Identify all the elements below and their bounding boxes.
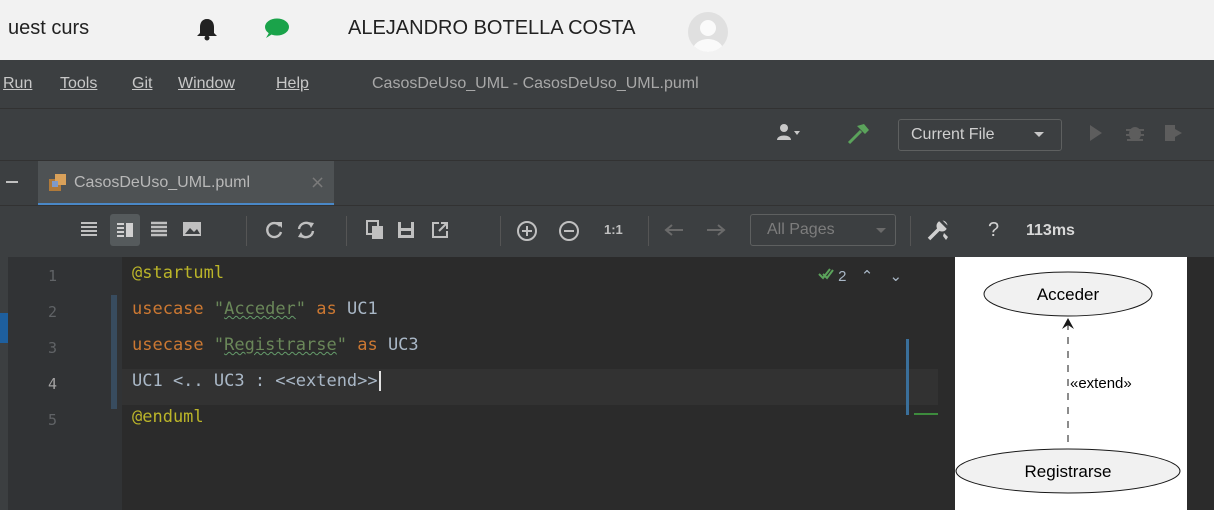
puml-file-icon bbox=[49, 174, 66, 191]
avatar[interactable] bbox=[688, 12, 728, 52]
vcs-change-marker[interactable] bbox=[111, 295, 117, 409]
line-number-current: 4 bbox=[48, 375, 58, 393]
chevron-down-icon bbox=[876, 228, 886, 233]
code-token: " bbox=[213, 299, 225, 319]
code-token: @startuml bbox=[132, 263, 225, 283]
code-token: as bbox=[346, 335, 388, 355]
reload-icon[interactable] bbox=[296, 220, 316, 244]
code-token: UC1 bbox=[347, 299, 378, 319]
code-token: usecase bbox=[132, 335, 214, 355]
user-name[interactable]: ALEJANDRO BOTELLA COSTA bbox=[348, 17, 636, 40]
split-view-icon[interactable] bbox=[110, 214, 140, 246]
horizontal-split-icon[interactable] bbox=[150, 220, 168, 242]
arrow-left-icon[interactable] bbox=[664, 222, 684, 241]
menu-tools[interactable]: Tools bbox=[60, 75, 97, 93]
code-token: Acceder bbox=[224, 299, 296, 319]
bell-icon[interactable] bbox=[196, 17, 218, 45]
actual-size-button[interactable]: 1:1 bbox=[604, 222, 623, 237]
code-token: @enduml bbox=[132, 407, 204, 427]
line-number: 5 bbox=[48, 411, 58, 429]
double-check-icon bbox=[818, 268, 834, 280]
plantuml-toolbar: 1:1 All Pages ? 113ms bbox=[0, 205, 1214, 257]
save-icon[interactable] bbox=[396, 220, 416, 244]
line-number: 3 bbox=[48, 339, 58, 357]
tab-casosdeuso-puml[interactable]: CasosDeUso_UML.puml × bbox=[38, 161, 334, 206]
editor-only-icon[interactable] bbox=[80, 220, 98, 242]
code-line[interactable]: usecase "Registrarse" as UC3 bbox=[132, 335, 419, 355]
usecase-registrarse-label: Registrarse bbox=[1025, 462, 1112, 481]
code-line[interactable]: @enduml bbox=[132, 407, 204, 427]
diagram-preview-panel: Acceder Registrarse «extend» bbox=[938, 257, 1214, 510]
extend-label: «extend» bbox=[1070, 375, 1132, 392]
collapse-icon[interactable] bbox=[6, 181, 18, 183]
diagram-canvas[interactable]: Acceder Registrarse «extend» bbox=[955, 257, 1187, 510]
code-token: UC3 bbox=[387, 335, 419, 355]
main-toolbar: Current File bbox=[0, 108, 1214, 160]
pages-select[interactable]: All Pages bbox=[750, 214, 896, 246]
zoom-in-icon[interactable] bbox=[516, 220, 538, 246]
inspection-widget[interactable]: 2 ⌃ ⌄ bbox=[818, 267, 902, 285]
chevron-down-icon bbox=[1034, 132, 1044, 137]
code-token: Registrarse bbox=[224, 335, 337, 355]
user-icon[interactable] bbox=[776, 122, 802, 148]
code-token: usecase bbox=[132, 299, 214, 319]
coverage-icon[interactable] bbox=[1162, 122, 1184, 148]
chevron-up-icon[interactable]: ⌃ bbox=[861, 268, 874, 285]
arrow-right-icon[interactable] bbox=[706, 222, 726, 241]
refresh-icon[interactable] bbox=[264, 220, 284, 244]
line-number: 2 bbox=[48, 303, 58, 321]
preview-only-icon[interactable] bbox=[182, 220, 202, 242]
menu-bar: Run Tools Git Window Help CasosDeUso_UML… bbox=[0, 60, 1214, 108]
code-token: " bbox=[295, 299, 307, 319]
window-title: CasosDeUso_UML - CasosDeUso_UML.puml bbox=[372, 75, 699, 92]
code-token: as bbox=[306, 299, 347, 319]
debug-icon[interactable] bbox=[1124, 122, 1146, 148]
line-number: 1 bbox=[48, 267, 58, 285]
run-configuration-select[interactable]: Current File bbox=[898, 119, 1062, 151]
usecase-acceder-label: Acceder bbox=[1037, 285, 1100, 304]
hammer-icon[interactable] bbox=[846, 122, 872, 150]
code-line[interactable]: @startuml bbox=[132, 263, 224, 283]
run-icon[interactable] bbox=[1088, 122, 1104, 148]
scrollbar-marker bbox=[906, 339, 909, 415]
project-panel-selection[interactable] bbox=[0, 313, 8, 343]
editor-tab-bar: CasosDeUso_UML.puml × bbox=[0, 160, 1214, 206]
code-line[interactable]: usecase "Acceder" as UC1 bbox=[132, 299, 378, 319]
chevron-down-icon[interactable]: ⌄ bbox=[889, 268, 902, 285]
close-tab-icon[interactable]: × bbox=[310, 172, 325, 193]
menu-help[interactable]: Help bbox=[276, 75, 309, 93]
text-caret bbox=[378, 371, 381, 391]
chat-icon[interactable] bbox=[262, 17, 290, 43]
menu-window[interactable]: Window bbox=[178, 75, 235, 93]
browser-header: uest curs ALEJANDRO BOTELLA COSTA bbox=[0, 0, 1214, 60]
zoom-out-icon[interactable] bbox=[558, 220, 580, 246]
external-open-icon[interactable] bbox=[430, 220, 450, 244]
help-button[interactable]: ? bbox=[988, 219, 999, 242]
code-token: " bbox=[213, 335, 225, 355]
render-time: 113ms bbox=[1026, 222, 1075, 239]
copy-icon[interactable] bbox=[366, 220, 384, 244]
code-token: " bbox=[336, 335, 347, 355]
breadcrumb[interactable]: uest curs bbox=[8, 17, 89, 40]
menu-run[interactable]: Run bbox=[3, 75, 32, 93]
code-editor[interactable]: @startuml usecase "Acceder" as UC1 useca… bbox=[122, 257, 938, 510]
line-number-gutter: 1 2 3 4 5 bbox=[8, 257, 122, 510]
error-stripe-marker bbox=[914, 413, 938, 415]
menu-git[interactable]: Git bbox=[132, 75, 152, 93]
inspection-count: 2 bbox=[838, 268, 847, 285]
wrench-icon[interactable] bbox=[926, 218, 950, 246]
code-token: UC1 <.. UC3 : <<extend>> bbox=[132, 371, 378, 391]
code-line[interactable]: UC1 <.. UC3 : <<extend>> bbox=[132, 371, 381, 391]
